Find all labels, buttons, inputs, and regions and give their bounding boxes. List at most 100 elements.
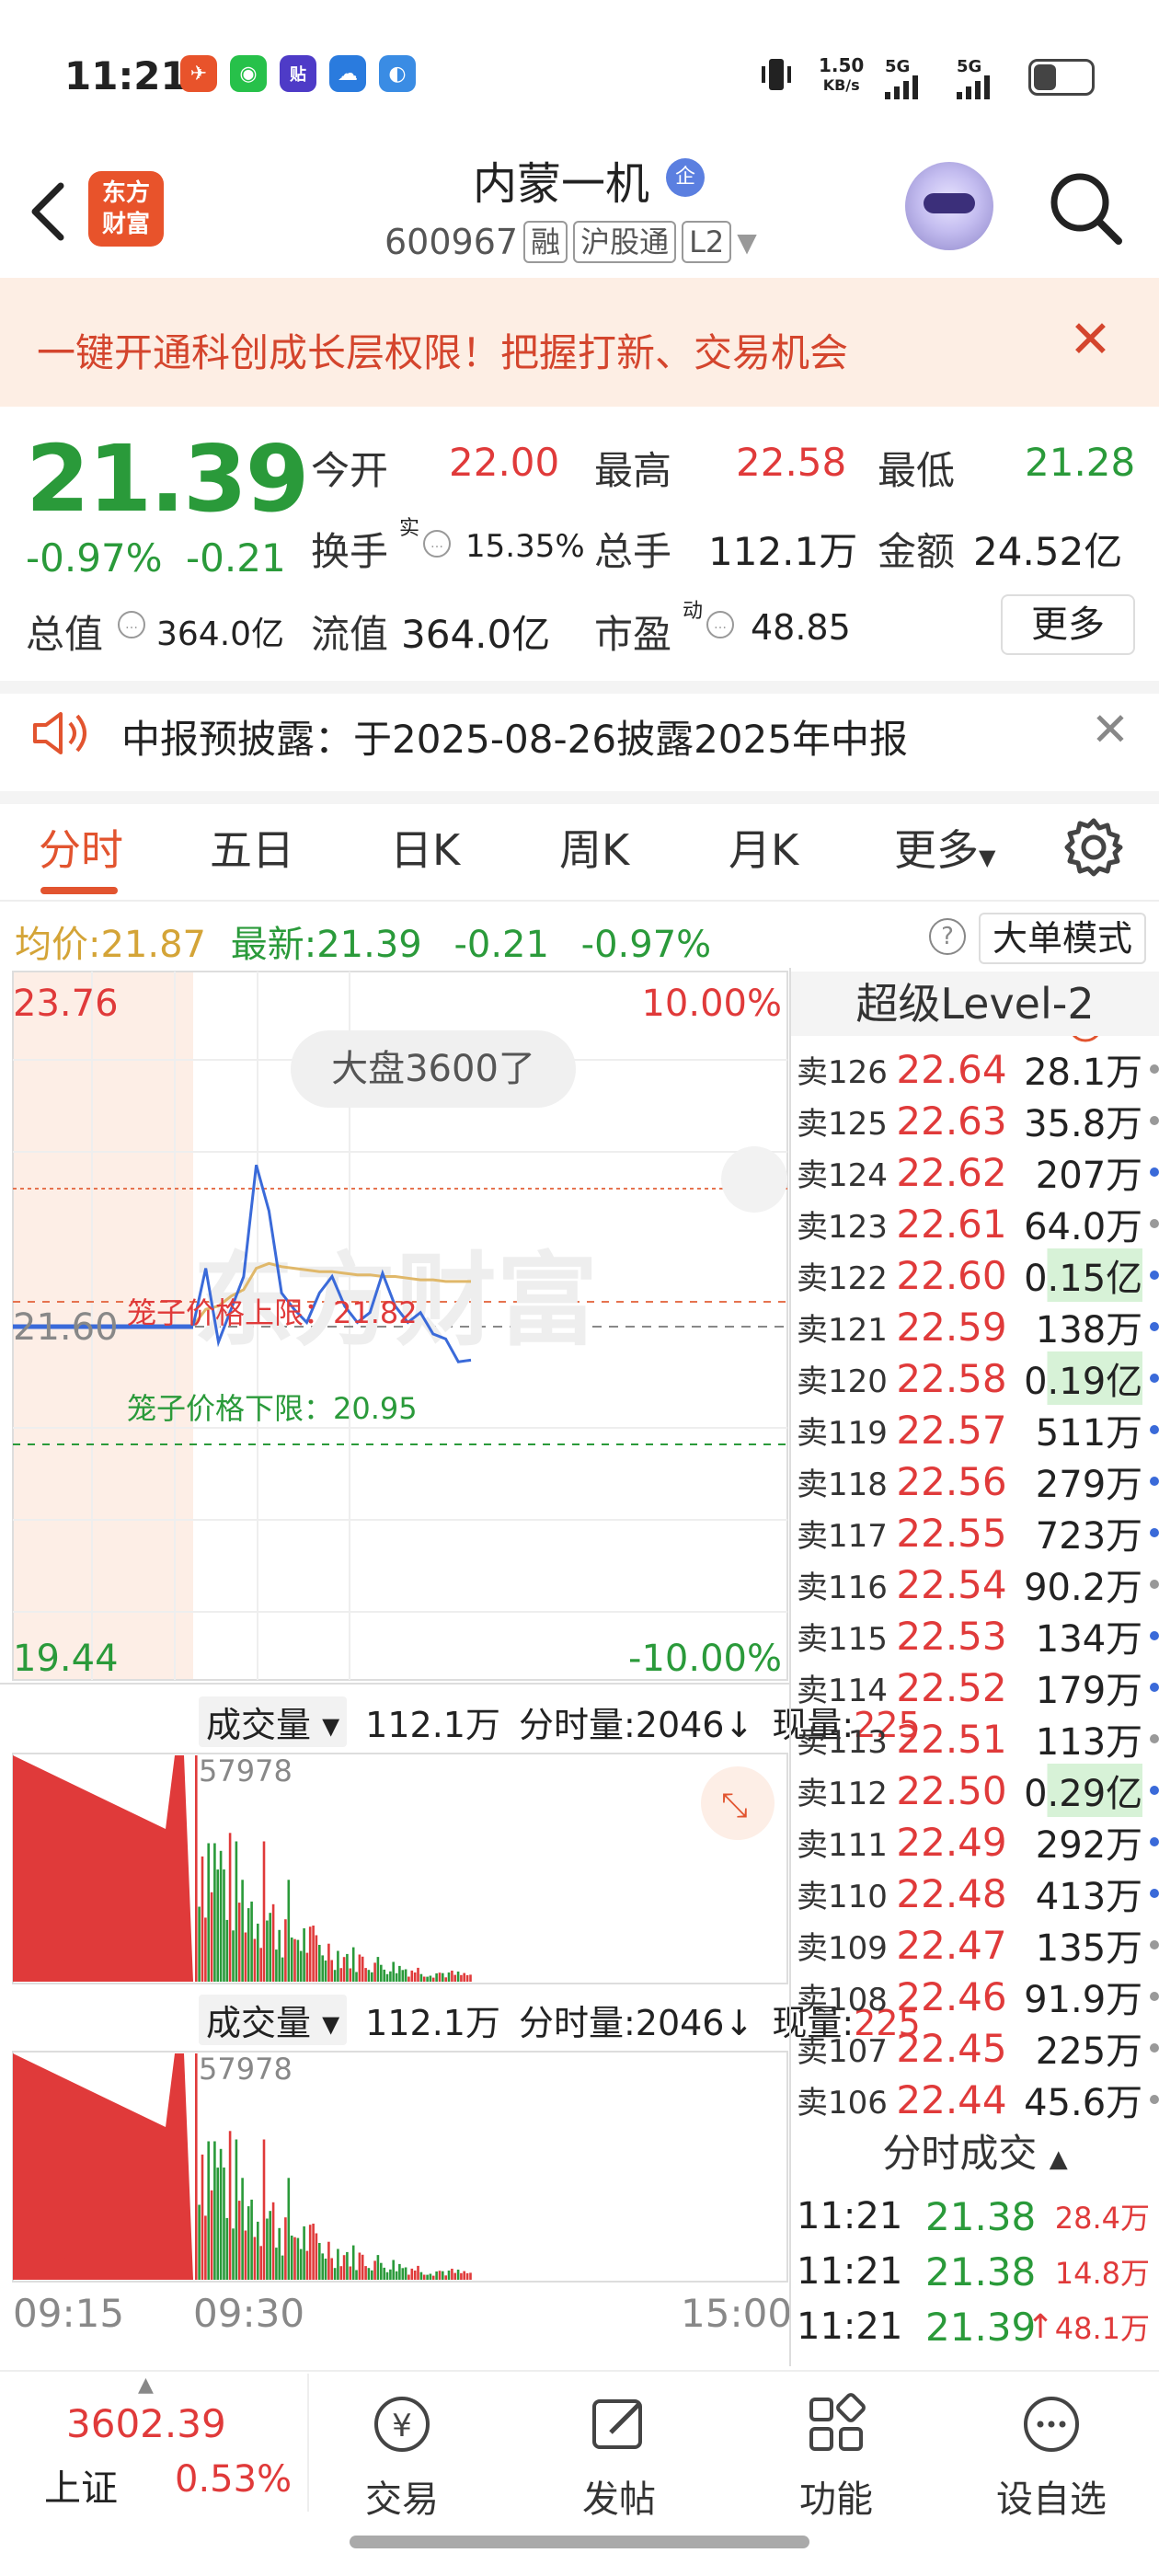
orderbook-row[interactable]: 卖120 22.58 0.19亿 bbox=[797, 1351, 1159, 1405]
big-order-mode-button[interactable]: 大单模式 bbox=[979, 913, 1146, 964]
mktcap-value: 364.0亿 bbox=[156, 615, 285, 653]
search-icon[interactable] bbox=[1047, 169, 1124, 247]
index-pct[interactable]: 0.53% bbox=[175, 2458, 292, 2501]
volume-bar bbox=[296, 2237, 300, 2280]
volume-bar bbox=[213, 1843, 216, 1982]
home-indicator[interactable] bbox=[350, 2536, 809, 2548]
order-dot bbox=[1150, 1167, 1159, 1177]
order-price: 22.52 bbox=[896, 1664, 1007, 1710]
y-top-pct-label: 10.00% bbox=[641, 983, 782, 1025]
market-hint-bubble[interactable]: 大盘3600了 bbox=[291, 1030, 576, 1108]
volume-bar bbox=[469, 1974, 472, 1982]
turnover-sup: 实 bbox=[399, 517, 420, 540]
index-name[interactable]: 上证 bbox=[44, 2458, 118, 2512]
volume-bar bbox=[447, 1972, 451, 1982]
order-volume: 134万 bbox=[1035, 1618, 1143, 1661]
volume-bar bbox=[287, 2178, 291, 2280]
order-dot bbox=[1150, 1322, 1159, 1331]
order-volume: 64.0万 bbox=[1024, 1206, 1143, 1248]
info-icon[interactable]: … bbox=[706, 611, 734, 638]
volume-bar bbox=[250, 2199, 253, 2280]
orderbook-row[interactable]: 卖112 22.50 0.29亿 bbox=[797, 1764, 1159, 1817]
orderbook-row[interactable]: 卖110 22.48 413万 bbox=[797, 1868, 1159, 1919]
help-icon[interactable]: ? bbox=[929, 918, 966, 955]
orderbook-row[interactable]: 卖113 22.51 113万 bbox=[797, 1713, 1159, 1765]
order-dot bbox=[1150, 1477, 1159, 1486]
orderbook-row[interactable]: 卖106 22.44 45.6万 bbox=[797, 2074, 1159, 2125]
settings-gear-icon[interactable] bbox=[1061, 815, 1126, 880]
volume-bar bbox=[269, 2211, 271, 2280]
volume-select[interactable]: 成交量 ▾ bbox=[199, 1696, 348, 1747]
index-value[interactable]: 3602.39 bbox=[66, 2401, 226, 2446]
orderbook-row[interactable]: 卖121 22.59 138万 bbox=[797, 1301, 1159, 1352]
volume-bar bbox=[244, 2230, 247, 2280]
nav-add-watchlist[interactable]: 设自选 bbox=[982, 2392, 1120, 2523]
volume-bar bbox=[413, 2271, 417, 2280]
eastmoney-logo[interactable]: 东方 财富 bbox=[88, 171, 164, 247]
y-mid-label: 21.60 bbox=[13, 1306, 119, 1349]
tab-5day[interactable]: 五日 bbox=[210, 817, 294, 878]
nav-function[interactable]: 功能 bbox=[767, 2392, 905, 2523]
orderbook-row[interactable]: 卖126 22.64 28.1万 bbox=[797, 1043, 1159, 1095]
tab-more[interactable]: 更多▼ bbox=[894, 817, 995, 878]
volume-bar bbox=[429, 1975, 432, 1982]
orderbook-row[interactable]: 卖107 22.45 225万 bbox=[797, 2022, 1159, 2074]
volume-select[interactable]: 成交量 ▾ bbox=[199, 1995, 348, 2045]
orderbook-row[interactable]: 卖122 22.60 0.15亿 bbox=[797, 1248, 1159, 1302]
info-icon[interactable]: … bbox=[423, 530, 451, 558]
orderbook-row[interactable]: 卖108 22.46 91.9万 bbox=[797, 1971, 1159, 2022]
info-icon[interactable]: … bbox=[118, 611, 145, 638]
volume-bar bbox=[361, 2254, 364, 2280]
notice-text[interactable]: 中报预披露：于2025-08-26披露2025年中报 bbox=[121, 708, 908, 765]
orderbook-row[interactable]: 卖119 22.57 511万 bbox=[797, 1404, 1159, 1455]
back-button[interactable] bbox=[20, 175, 75, 248]
volume-bar bbox=[281, 2255, 284, 2280]
orderbook-row[interactable]: 卖118 22.56 279万 bbox=[797, 1455, 1159, 1507]
orderbook-row[interactable]: 卖123 22.61 64.0万 bbox=[797, 1198, 1159, 1249]
orderbook-row[interactable]: 卖117 22.55 723万 bbox=[797, 1507, 1159, 1558]
more-button[interactable]: 更多 bbox=[1001, 594, 1135, 655]
promo-text[interactable]: 一键开通科创成长层权限！把握打新、交易机会 bbox=[37, 322, 848, 378]
volume-bar bbox=[228, 1833, 232, 1982]
volume-bar bbox=[429, 2273, 432, 2280]
time-label-close: 15:00 bbox=[681, 2291, 793, 2336]
volume-bar bbox=[318, 2243, 321, 2280]
order-price: 22.62 bbox=[896, 1149, 1007, 1195]
volume-bar bbox=[241, 2178, 244, 2280]
nav-post[interactable]: 发帖 bbox=[550, 2392, 688, 2523]
volume-bar bbox=[259, 2246, 262, 2280]
volume-bar bbox=[447, 2271, 451, 2280]
close-icon[interactable]: ✕ bbox=[1091, 703, 1130, 756]
volume-bar bbox=[419, 2271, 423, 2280]
orderbook-row[interactable]: 卖109 22.47 135万 bbox=[797, 1919, 1159, 1971]
order-dot bbox=[1150, 1683, 1159, 1692]
tab-fenshi[interactable]: 分时 bbox=[39, 817, 123, 878]
tab-monthly-k[interactable]: 月K bbox=[729, 817, 798, 878]
volume-bar bbox=[401, 2268, 405, 2280]
nav-trade[interactable]: ¥ 交易 bbox=[333, 2392, 471, 2523]
tab-daily-k[interactable]: 日K bbox=[390, 817, 460, 878]
orderbook-row[interactable]: 卖125 22.63 35.8万 bbox=[797, 1095, 1159, 1146]
orderbook-row[interactable]: 卖111 22.49 292万 bbox=[797, 1816, 1159, 1868]
order-dot bbox=[1150, 1528, 1159, 1537]
orderbook-row[interactable]: 卖116 22.54 90.2万 bbox=[797, 1558, 1159, 1610]
volume-bar bbox=[225, 1919, 229, 1982]
tab-weekly-k[interactable]: 周K bbox=[559, 817, 629, 878]
volume-bar bbox=[469, 2272, 472, 2280]
dropdown-icon[interactable]: ▼ bbox=[737, 227, 757, 258]
intraday-chart[interactable]: 东方财富 23.76 10.00% 21.60 19.44 -10.00% 笼子… bbox=[0, 968, 791, 2293]
fenshi-trades-title[interactable]: 分时成交 ▲ bbox=[791, 2122, 1159, 2186]
trade-volume: 28.4万 bbox=[1054, 2201, 1150, 2236]
tieba-app-icon: 贴 bbox=[280, 55, 316, 92]
close-icon[interactable]: ✕ bbox=[1069, 313, 1112, 368]
level2-title[interactable]: 超级Level-2 bbox=[791, 972, 1159, 1036]
orderbook-row[interactable]: 卖124 22.62 207万 bbox=[797, 1146, 1159, 1198]
order-dot bbox=[1150, 1374, 1159, 1383]
orderbook-row[interactable]: 卖115 22.53 134万 bbox=[797, 1610, 1159, 1662]
orderbook-row[interactable]: 卖114 22.52 179万 bbox=[797, 1662, 1159, 1713]
order-price: 22.56 bbox=[896, 1458, 1007, 1504]
volume-bar bbox=[389, 1971, 392, 1982]
volume-bar bbox=[271, 2202, 275, 2280]
stock-code-row[interactable]: 600967 融 沪股通 L2 ▼ bbox=[384, 221, 757, 263]
volume-bar bbox=[253, 1938, 257, 1982]
